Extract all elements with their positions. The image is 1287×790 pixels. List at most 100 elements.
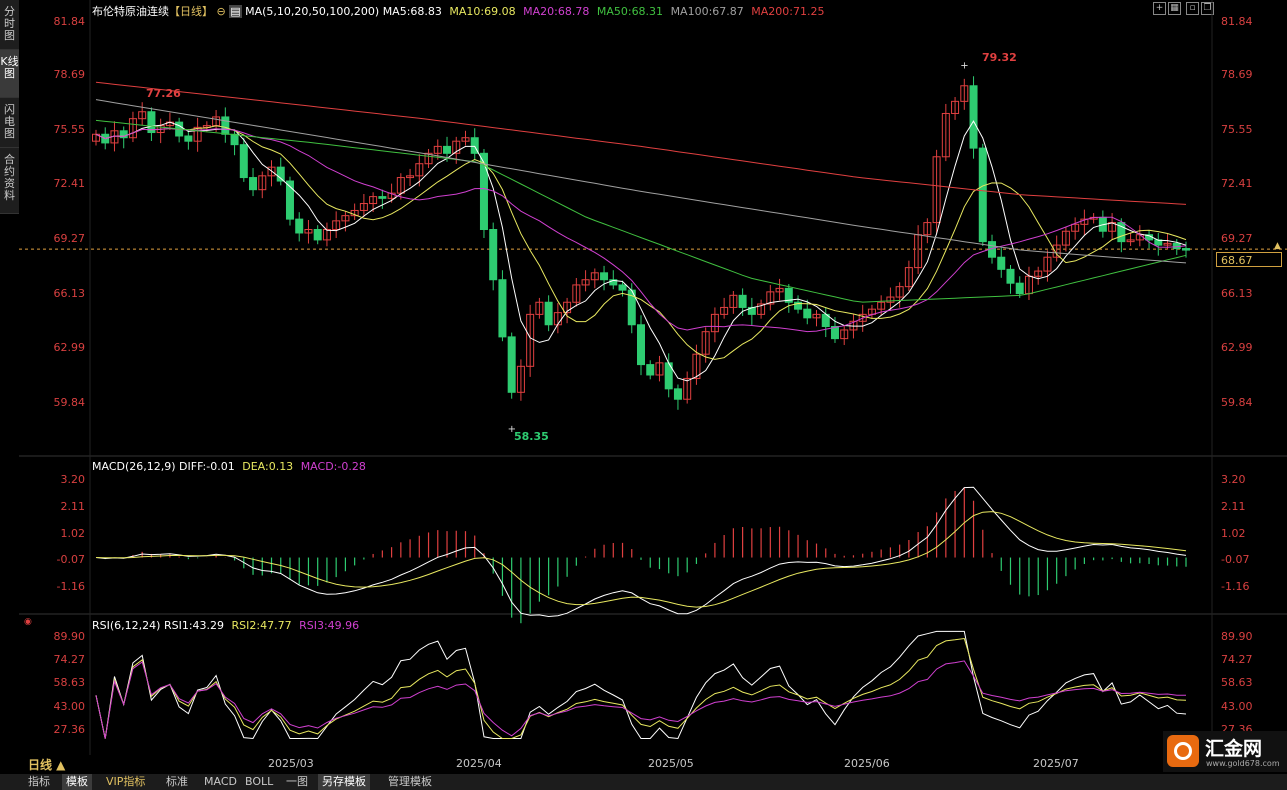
candle-body — [978, 147, 987, 243]
macd-tick: -1.16 — [56, 580, 85, 593]
price-tick: 59.84 — [53, 396, 86, 409]
price-tick: 62.99 — [53, 341, 86, 354]
period-selector[interactable]: 日线 ▲ — [28, 756, 65, 773]
logo-url: www.gold678.com — [1206, 759, 1280, 768]
candle-body — [544, 301, 553, 326]
tab-standard[interactable]: 标准 — [162, 774, 192, 790]
date-tick: 2025/03 — [268, 757, 314, 770]
manage-template-button[interactable]: 管理模板 — [384, 774, 436, 790]
price-tick: 81.84 — [53, 15, 86, 28]
rsi-tick: 74.27 — [53, 653, 86, 666]
high-marker: + — [960, 61, 968, 72]
rsi-tick: 89.90 — [1221, 630, 1253, 643]
rsi-tick: 74.27 — [1221, 653, 1253, 666]
candle-body — [738, 294, 747, 308]
candle-body — [221, 116, 230, 135]
macd-tick: 1.02 — [1221, 527, 1246, 540]
candle-body — [1182, 248, 1190, 251]
kline-chart[interactable]: ++ — [0, 0, 1287, 790]
candle-body — [637, 324, 645, 366]
save-template-button[interactable]: 另存模板 — [318, 774, 370, 790]
rsi-tick: 58.63 — [1221, 676, 1253, 689]
rsi-2: RSI2:47.77 — [231, 619, 292, 632]
high-label: 79.32 — [982, 51, 1017, 64]
candle-body — [498, 279, 507, 338]
rsi-settings-icon[interactable]: ◉ — [24, 617, 32, 627]
ma50-line — [95, 119, 1187, 303]
date-tick: 2025/06 — [844, 757, 890, 770]
price-tick: 69.27 — [1221, 232, 1253, 245]
candle-body — [295, 218, 304, 234]
tab-indicators[interactable]: 指标 — [24, 774, 54, 790]
logo-name: 汇金网 — [1205, 738, 1263, 760]
macd-tick: -0.07 — [1221, 553, 1250, 566]
macd-tick: 3.20 — [60, 473, 86, 486]
rsi1-line — [95, 630, 1187, 740]
current-price-box: 68.67 — [1216, 252, 1282, 267]
candle-body — [276, 166, 285, 182]
candle-body — [249, 177, 258, 191]
rsi-tick: 27.36 — [53, 723, 86, 736]
candle-body — [600, 272, 609, 281]
logo-icon — [1167, 735, 1199, 767]
ma100-line — [95, 99, 1187, 264]
rsi-tick: 89.90 — [53, 630, 86, 643]
price-tick: 72.41 — [53, 177, 86, 190]
macd-tick: 3.20 — [1221, 473, 1246, 486]
candle-body — [507, 336, 516, 393]
macd-tick: -1.16 — [1221, 580, 1250, 593]
macd-dea: DEA:0.13 — [242, 460, 294, 473]
current-price-marker-icon: ▲ — [1274, 241, 1281, 251]
price-tick: 75.55 — [53, 123, 86, 136]
price-tick: 66.13 — [53, 287, 86, 300]
candle-body — [378, 196, 387, 199]
price-tick: 78.69 — [1221, 68, 1253, 81]
price-tick: 72.41 — [1221, 177, 1253, 190]
candle-body — [230, 133, 239, 146]
macd-title: MACD(26,12,9) — [92, 460, 176, 473]
tab-vip-indicators[interactable]: VIP指标 — [102, 774, 149, 790]
tab-one-chart[interactable]: 一图 — [282, 774, 312, 790]
macd-tick: 2.11 — [1221, 500, 1246, 513]
candle-body — [239, 144, 248, 179]
macd-tick: 1.02 — [60, 527, 86, 540]
tab-macd[interactable]: MACD — [200, 774, 241, 790]
date-tick: 2025/05 — [648, 757, 694, 770]
price-tick: 66.13 — [1221, 287, 1253, 300]
candle-body — [1006, 268, 1015, 284]
date-tick: 2025/07 — [1033, 757, 1079, 770]
rsi-tick: 43.00 — [1221, 700, 1253, 713]
ma200-line — [95, 81, 1187, 205]
bottom-toolbar: 指标 模板 VIP指标 标准 MACD BOLL 一图 另存模板 管理模板 — [0, 774, 1287, 790]
candle-body — [443, 145, 452, 154]
candle-body — [969, 85, 978, 149]
candle-body — [313, 229, 322, 241]
macd-tick: -0.07 — [56, 553, 85, 566]
candle-body — [646, 364, 655, 376]
price-tick: 69.27 — [53, 232, 86, 245]
price-tick: 59.84 — [1221, 396, 1253, 409]
macd-header: MACD(26,12,9) DIFF:-0.01 DEA:0.13 MACD:-… — [92, 460, 366, 473]
rsi-tick: 43.00 — [53, 700, 86, 713]
macd-macd: MACD:-0.28 — [300, 460, 366, 473]
high-left-label: 77.26 — [146, 87, 181, 100]
price-tick: 78.69 — [53, 68, 86, 81]
rsi-title: RSI(6,12,24) — [92, 619, 161, 632]
rsi-3: RSI3:49.96 — [299, 619, 360, 632]
candle-body — [1015, 282, 1024, 295]
candle-body — [184, 135, 193, 142]
candle-body — [803, 308, 812, 319]
candle-body — [489, 229, 498, 281]
tab-templates[interactable]: 模板 — [62, 774, 92, 790]
tab-boll[interactable]: BOLL — [241, 774, 277, 790]
price-tick: 75.55 — [1221, 123, 1253, 136]
macd-diff: DIFF:-0.01 — [179, 460, 235, 473]
price-tick: 62.99 — [1221, 341, 1253, 354]
low-label: 58.35 — [514, 430, 549, 443]
price-tick: 81.84 — [1221, 15, 1253, 28]
macd-tick: 2.11 — [60, 500, 86, 513]
ma20-line — [95, 127, 1187, 333]
rsi-1: RSI1:43.29 — [163, 619, 225, 632]
logo: 汇金网 www.gold678.com — [1163, 731, 1287, 772]
date-tick: 2025/04 — [456, 757, 502, 770]
